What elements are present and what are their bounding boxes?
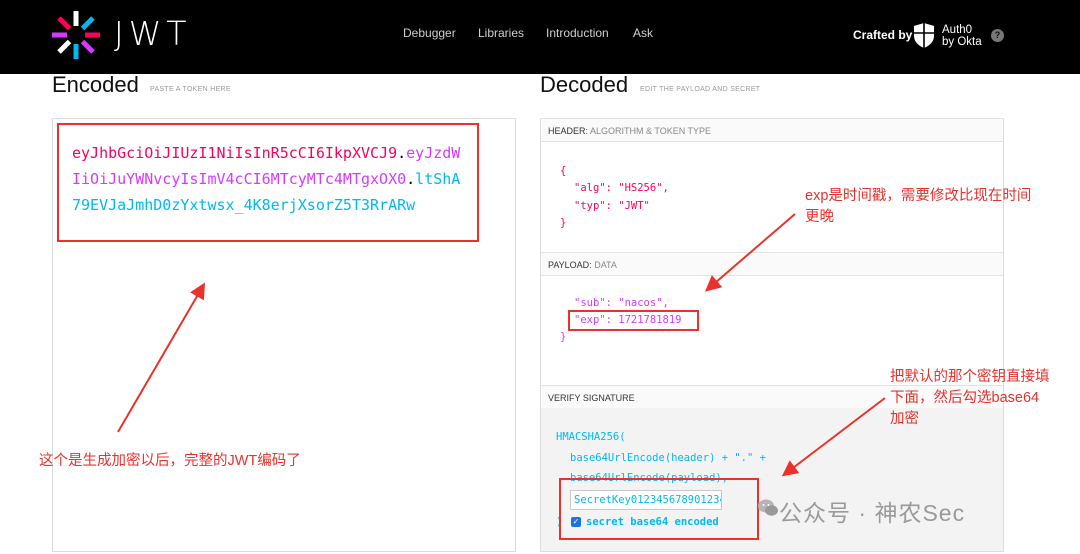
payload-label: PAYLOAD: (548, 260, 592, 270)
decoded-title: Decoded (540, 72, 629, 97)
verify-header-line: base64UrlEncode(header) + "." + (570, 452, 766, 464)
header-typ-line[interactable]: "typ": "JWT" (574, 200, 650, 212)
nav-link-introduction[interactable]: Introduction (546, 26, 609, 40)
auth0-by-okta-link[interactable]: Auth0 by Okta (942, 24, 982, 48)
encoded-title: Encoded (52, 72, 139, 97)
header-open-brace: { (560, 165, 567, 177)
token-highlight-box (57, 123, 479, 242)
payload-close-brace: } (560, 331, 567, 343)
exp-annotation-line1: exp是时间戳，需要修改比现在时间 (805, 188, 1032, 204)
payload-sublabel: DATA (594, 260, 617, 270)
typ-key: "typ" (574, 200, 606, 212)
secret-highlight-box (559, 478, 759, 540)
exp-highlight-box (568, 310, 699, 331)
alg-value: "HS256", (618, 182, 669, 194)
jwt-logo-icon[interactable] (50, 9, 102, 61)
verify-function: HMACSHA256( (556, 431, 626, 443)
nav-link-ask[interactable]: Ask (633, 26, 653, 40)
secret-annotation-line1: 把默认的那个密钥直接填 (890, 369, 1050, 385)
decoded-hint: EDIT THE PAYLOAD AND SECRET (640, 86, 761, 93)
top-navbar: JWT Debugger Libraries Introduction Ask … (0, 0, 1080, 74)
secret-annotation-line2: 下面，然后勾选base64 (890, 390, 1040, 406)
header-label: HEADER: (548, 126, 589, 136)
payload-section-bar: PAYLOAD: DATA (541, 252, 1003, 276)
wechat-icon (758, 499, 778, 516)
auth0-shield-icon[interactable] (912, 22, 936, 49)
alg-key: "alg" (574, 182, 606, 194)
sub-key: "sub" (574, 297, 606, 309)
header-section-bar: HEADER: ALGORITHM & TOKEN TYPE (541, 118, 1003, 142)
exp-annotation: exp是时间戳，需要修改比现在时间 更晚 (805, 186, 1031, 228)
header-sublabel: ALGORITHM & TOKEN TYPE (590, 126, 712, 136)
secret-annotation-line3: 加密 (890, 411, 919, 427)
nav-link-debugger[interactable]: Debugger (403, 26, 456, 40)
secret-annotation: 把默认的那个密钥直接填 下面，然后勾选base64 加密 (890, 367, 1050, 430)
help-icon[interactable]: ? (991, 29, 1004, 42)
typ-value: "JWT" (618, 200, 650, 212)
encoded-hint: PASTE A TOKEN HERE (150, 86, 231, 93)
nav-link-libraries[interactable]: Libraries (478, 26, 524, 40)
header-alg-line[interactable]: "alg": "HS256", (574, 182, 669, 194)
auth0-line: Auth0 (942, 24, 973, 36)
exp-annotation-line2: 更晚 (805, 209, 834, 225)
brand-name[interactable]: JWT (114, 14, 192, 53)
by-okta-line: by Okta (942, 36, 982, 48)
crafted-by-label: Crafted by (853, 28, 913, 42)
payload-sub-line[interactable]: "sub": "nacos", (574, 297, 669, 309)
sub-value: "nacos", (618, 297, 669, 309)
watermark-text: 公众号 · 神农Sec (779, 500, 966, 526)
header-close-brace: } (560, 217, 567, 229)
encoded-annotation: 这个是生成加密以后，完整的JWT编码了 (39, 453, 301, 469)
verify-label: VERIFY SIGNATURE (548, 393, 635, 403)
